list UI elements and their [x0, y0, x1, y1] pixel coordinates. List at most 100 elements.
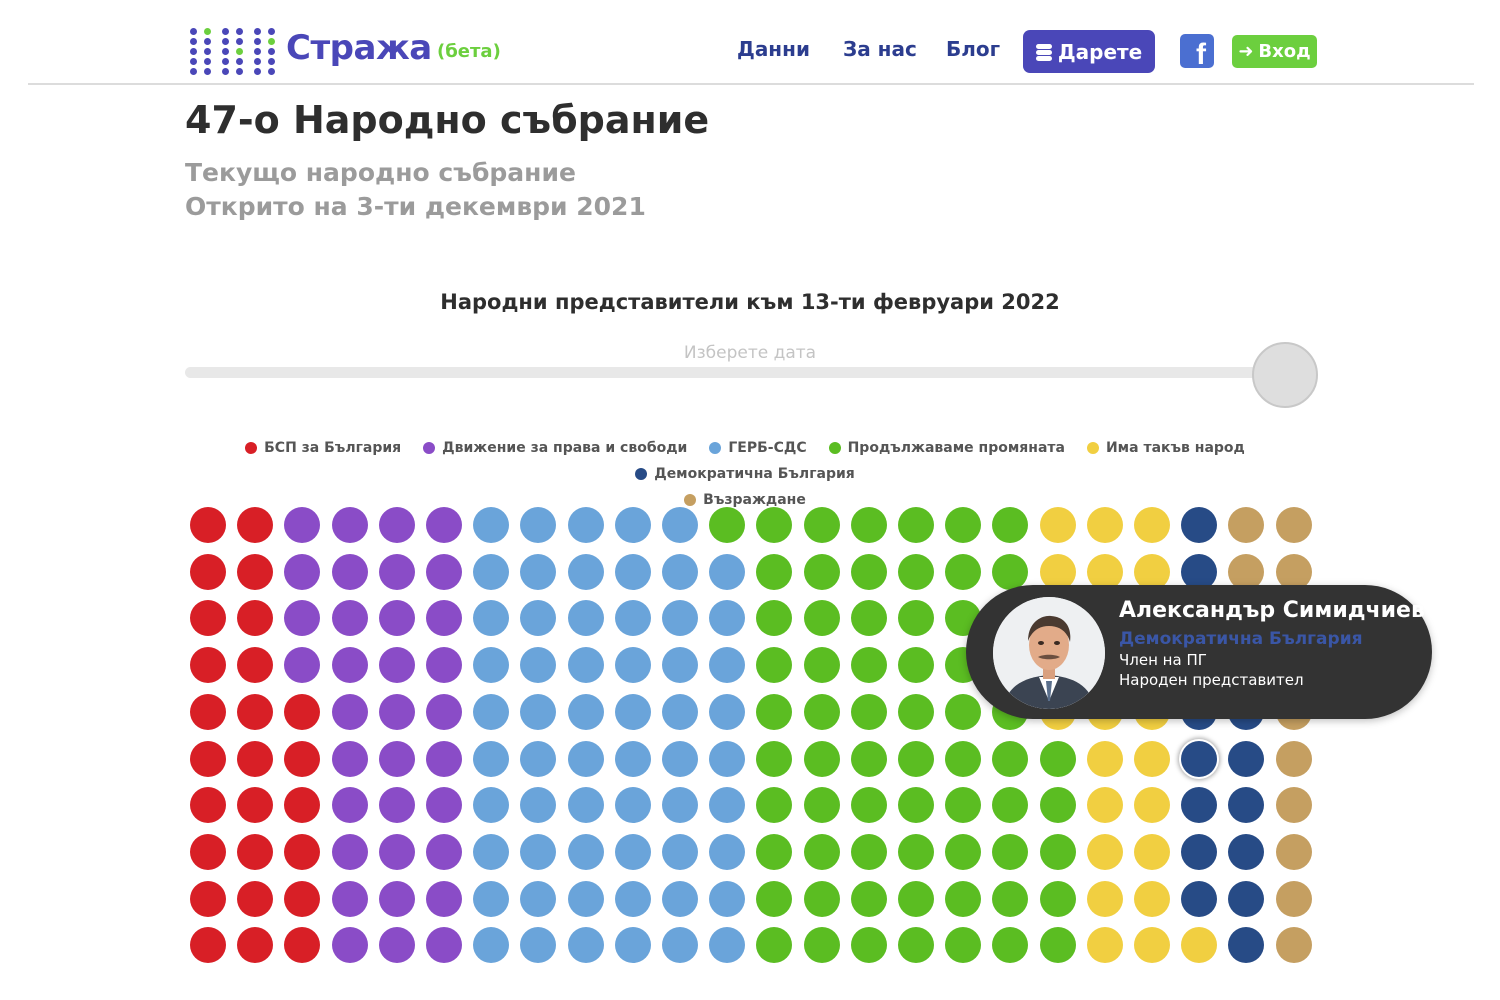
- seat-gerb[interactable]: [567, 787, 604, 824]
- seat-itn[interactable]: [1086, 740, 1123, 777]
- seat-dps[interactable]: [426, 927, 462, 964]
- seat-bsp[interactable]: [190, 693, 226, 730]
- seat-bsp[interactable]: [237, 553, 274, 590]
- seat-bsp[interactable]: [284, 787, 321, 824]
- seat-gerb[interactable]: [662, 927, 698, 964]
- seat-pp[interactable]: [850, 833, 887, 870]
- seat-dps[interactable]: [378, 507, 415, 543]
- seat-pp[interactable]: [992, 553, 1029, 590]
- seat-dps[interactable]: [426, 600, 462, 637]
- seat-dps[interactable]: [426, 647, 462, 684]
- seat-db[interactable]: [1228, 927, 1265, 964]
- seat-gerb[interactable]: [520, 880, 557, 917]
- seat-gerb[interactable]: [473, 647, 510, 684]
- seat-itn[interactable]: [1134, 740, 1170, 777]
- seat-gerb[interactable]: [709, 740, 746, 777]
- seat-pp[interactable]: [850, 927, 887, 964]
- seat-gerb[interactable]: [473, 507, 510, 543]
- seat-dps[interactable]: [284, 507, 321, 543]
- seat-gerb[interactable]: [662, 740, 698, 777]
- seat-pp[interactable]: [756, 507, 793, 543]
- seat-itn[interactable]: [1086, 833, 1123, 870]
- seat-vaz[interactable]: [1275, 927, 1312, 964]
- seat-pp[interactable]: [945, 553, 982, 590]
- seat-gerb[interactable]: [520, 600, 557, 637]
- seat-itn[interactable]: [1039, 507, 1076, 543]
- seat-gerb[interactable]: [567, 553, 604, 590]
- seat-bsp[interactable]: [237, 693, 274, 730]
- seat-db[interactable]: [1181, 833, 1218, 870]
- seat-gerb[interactable]: [614, 600, 651, 637]
- seat-pp[interactable]: [709, 507, 746, 543]
- seat-pp[interactable]: [756, 787, 793, 824]
- seat-pp[interactable]: [756, 833, 793, 870]
- tooltip-party-name[interactable]: Демократична България: [1119, 629, 1363, 649]
- seat-gerb[interactable]: [709, 600, 746, 637]
- seat-bsp[interactable]: [284, 880, 321, 917]
- seat-vaz[interactable]: [1275, 880, 1312, 917]
- seat-gerb[interactable]: [520, 507, 557, 543]
- seat-gerb[interactable]: [614, 647, 651, 684]
- seat-dps[interactable]: [426, 693, 462, 730]
- seat-pp[interactable]: [898, 507, 934, 543]
- seat-pp[interactable]: [803, 927, 840, 964]
- seat-gerb[interactable]: [709, 833, 746, 870]
- seat-gerb[interactable]: [709, 553, 746, 590]
- seat-db[interactable]: [1228, 787, 1265, 824]
- seat-dps[interactable]: [284, 553, 321, 590]
- seat-db[interactable]: [1228, 880, 1265, 917]
- seat-db[interactable]: [1181, 507, 1218, 543]
- seat-pp[interactable]: [898, 787, 934, 824]
- seat-pp[interactable]: [992, 507, 1029, 543]
- seat-bsp[interactable]: [237, 880, 274, 917]
- seat-dps[interactable]: [378, 693, 415, 730]
- seat-gerb[interactable]: [520, 833, 557, 870]
- seat-bsp[interactable]: [190, 787, 226, 824]
- seat-dps[interactable]: [331, 833, 368, 870]
- seat-pp[interactable]: [945, 693, 982, 730]
- seat-gerb[interactable]: [662, 833, 698, 870]
- seat-pp[interactable]: [898, 927, 934, 964]
- seat-bsp[interactable]: [190, 507, 226, 543]
- seat-pp[interactable]: [756, 740, 793, 777]
- seat-pp[interactable]: [803, 600, 840, 637]
- seat-dps[interactable]: [378, 833, 415, 870]
- seat-gerb[interactable]: [614, 693, 651, 730]
- seat-gerb[interactable]: [520, 740, 557, 777]
- seat-dps[interactable]: [426, 833, 462, 870]
- seat-pp[interactable]: [1039, 787, 1076, 824]
- seat-gerb[interactable]: [473, 740, 510, 777]
- seat-bsp[interactable]: [237, 600, 274, 637]
- seat-pp[interactable]: [850, 787, 887, 824]
- seat-pp[interactable]: [1039, 833, 1076, 870]
- seat-pp[interactable]: [850, 693, 887, 730]
- seat-gerb[interactable]: [567, 600, 604, 637]
- seat-gerb[interactable]: [473, 787, 510, 824]
- seat-vaz[interactable]: [1275, 833, 1312, 870]
- seat-gerb[interactable]: [520, 787, 557, 824]
- seat-bsp[interactable]: [237, 787, 274, 824]
- seat-gerb[interactable]: [567, 693, 604, 730]
- seat-gerb[interactable]: [473, 600, 510, 637]
- seat-gerb[interactable]: [614, 833, 651, 870]
- seat-db[interactable]: [1181, 787, 1218, 824]
- seat-gerb[interactable]: [567, 647, 604, 684]
- seat-bsp[interactable]: [284, 693, 321, 730]
- seat-pp[interactable]: [850, 647, 887, 684]
- seat-dps[interactable]: [331, 740, 368, 777]
- seat-gerb[interactable]: [473, 693, 510, 730]
- seat-db[interactable]: [1181, 880, 1218, 917]
- seat-itn[interactable]: [1181, 927, 1218, 964]
- seat-dps[interactable]: [331, 553, 368, 590]
- seat-pp[interactable]: [898, 740, 934, 777]
- seat-pp[interactable]: [756, 553, 793, 590]
- seat-bsp[interactable]: [284, 833, 321, 870]
- seat-vaz[interactable]: [1275, 740, 1312, 777]
- seat-pp[interactable]: [898, 880, 934, 917]
- seat-gerb[interactable]: [662, 647, 698, 684]
- seat-gerb[interactable]: [709, 647, 746, 684]
- seat-dps[interactable]: [426, 740, 462, 777]
- seat-gerb[interactable]: [662, 880, 698, 917]
- seat-itn[interactable]: [1086, 880, 1123, 917]
- seat-gerb[interactable]: [520, 693, 557, 730]
